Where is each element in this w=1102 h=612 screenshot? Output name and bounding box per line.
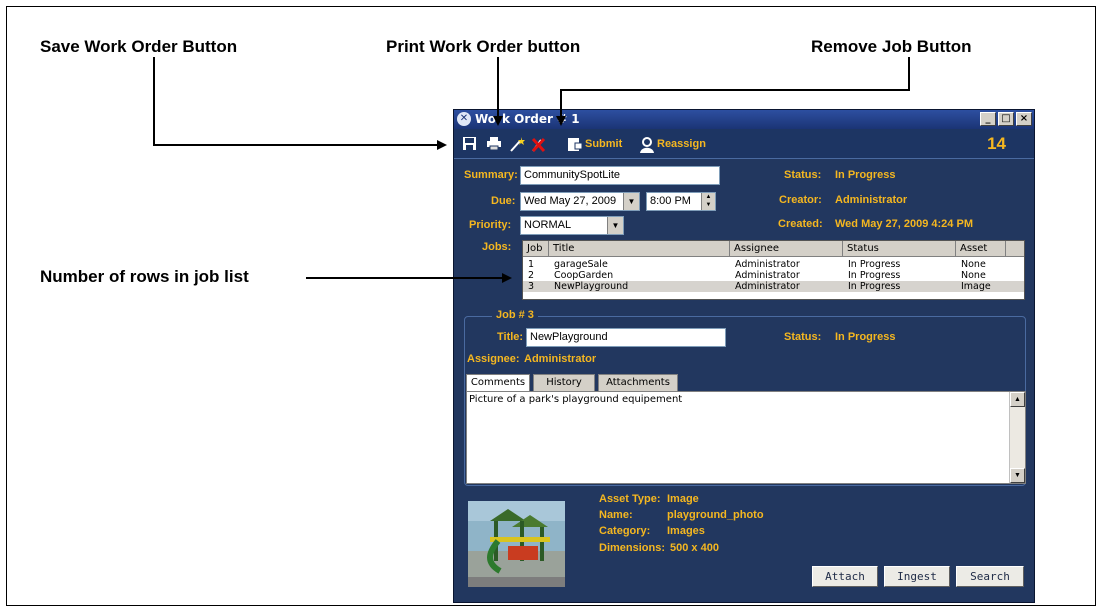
callout-arrows <box>153 57 910 283</box>
remove-callout-arrow <box>556 57 910 126</box>
save-callout-arrow <box>153 57 447 150</box>
